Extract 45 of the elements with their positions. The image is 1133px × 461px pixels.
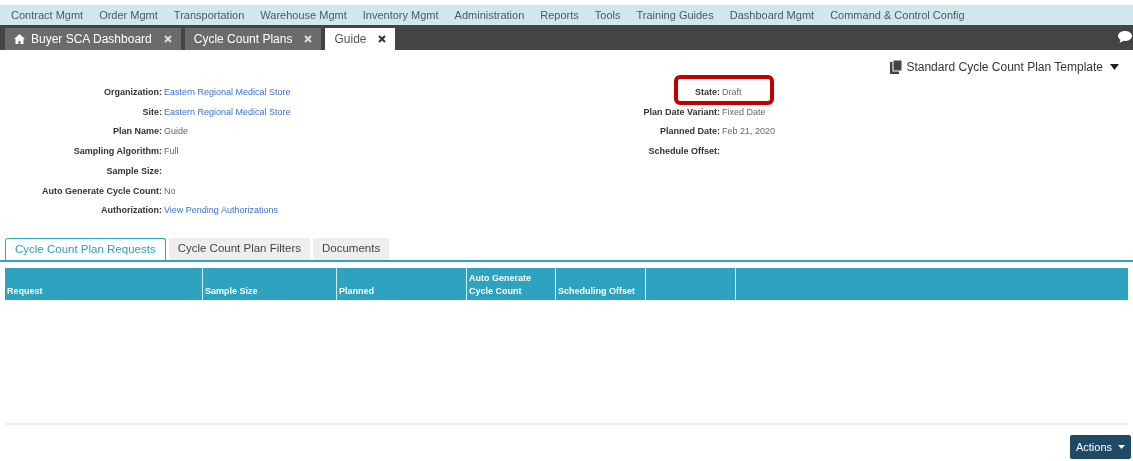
caret-icon bbox=[1110, 63, 1119, 70]
section-tab[interactable]: Cycle Count Plan Filters bbox=[168, 238, 310, 260]
nav-menu-item[interactable]: Inventory Mgmt bbox=[362, 6, 439, 24]
nav-menu-item[interactable]: Administration bbox=[454, 6, 525, 24]
field-label: Site: bbox=[141, 105, 163, 119]
nav-menu-item[interactable]: Reports bbox=[540, 6, 579, 24]
field-label: Plan Name: bbox=[111, 125, 163, 139]
field-label: Auto Generate Cycle Count: bbox=[41, 184, 163, 198]
field-value: Full bbox=[164, 145, 179, 159]
page-tab[interactable]: Guide bbox=[325, 28, 396, 50]
field-label: Plan Date Variant: bbox=[642, 105, 721, 119]
field-label: Organization: bbox=[103, 86, 163, 100]
nav-menu-item[interactable]: Training Guides bbox=[636, 6, 714, 24]
field-value: Draft bbox=[722, 86, 742, 100]
field-link[interactable]: Eastern Regional Medical Store bbox=[164, 86, 291, 100]
field-value: No bbox=[164, 184, 176, 198]
close-icon[interactable] bbox=[378, 35, 387, 43]
page-tab[interactable]: Cycle Count Plans bbox=[184, 28, 322, 50]
nav-menu-item[interactable]: Transportation bbox=[173, 6, 245, 24]
field-label: State: bbox=[694, 86, 721, 100]
section-tab[interactable]: Cycle Count Plan Requests bbox=[5, 238, 166, 260]
page-tab[interactable]: Buyer SCA Dashboard bbox=[5, 28, 181, 50]
field-label: Sample Size: bbox=[105, 164, 163, 178]
field-value: Feb 21, 2020 bbox=[722, 125, 776, 139]
field-label: Schedule Offset: bbox=[647, 145, 721, 159]
field-value: Guide bbox=[164, 125, 189, 139]
section-tab[interactable]: Documents bbox=[313, 238, 390, 260]
field-link[interactable]: Eastern Regional Medical Store bbox=[164, 105, 291, 120]
caret-icon bbox=[1118, 445, 1125, 449]
field-link[interactable]: View Pending Authorizations bbox=[164, 204, 278, 218]
nav-menu-item[interactable]: Order Mgmt bbox=[99, 6, 158, 24]
field-label: Authorization: bbox=[100, 204, 163, 218]
home-icon bbox=[14, 34, 25, 44]
field-value: Fixed Date bbox=[722, 105, 766, 119]
chat-icon[interactable] bbox=[1117, 30, 1133, 44]
nav-menu-item[interactable]: Warehouse Mgmt bbox=[260, 6, 347, 24]
field-label: Planned Date: bbox=[659, 125, 721, 139]
nav-menu-item[interactable]: Command & Control Config bbox=[830, 6, 965, 24]
actions-button[interactable]: Actions bbox=[1069, 435, 1131, 459]
nav-menu-item[interactable]: Tools bbox=[594, 6, 621, 24]
documents-icon bbox=[890, 59, 904, 74]
nav-menu-item[interactable]: Dashboard Mgmt bbox=[729, 6, 815, 24]
nav-menu-item[interactable]: Contract Mgmt bbox=[11, 6, 84, 24]
template-dropdown[interactable]: Standard Cycle Count Plan Template bbox=[890, 57, 1119, 76]
field-label: Sampling Algorithm: bbox=[72, 145, 163, 159]
